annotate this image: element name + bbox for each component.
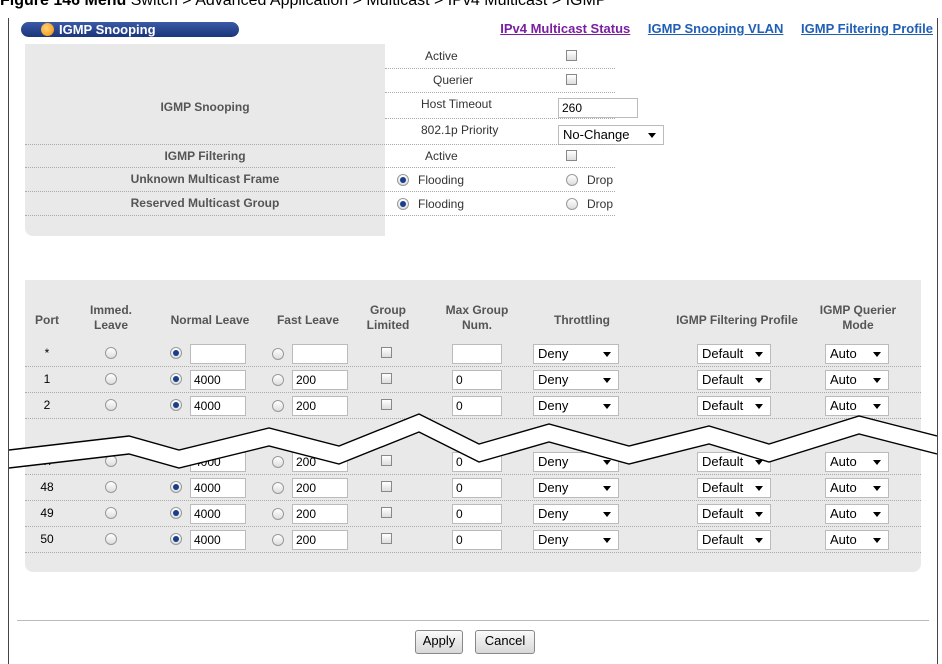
figure-caption: Figure 146 Menu Switch > Advanced Applic… <box>0 0 942 18</box>
normal-leave-radio[interactable] <box>170 507 182 519</box>
throttling-select[interactable]: Deny <box>533 504 619 524</box>
filtering-profile-select[interactable]: Default <box>697 344 771 364</box>
throttling-select[interactable]: Deny <box>533 530 619 550</box>
max-group-input[interactable] <box>452 344 502 364</box>
querier-mode-select[interactable]: Auto <box>825 504 889 524</box>
immed-leave-radio[interactable] <box>105 373 117 385</box>
querier-mode-select[interactable]: Auto <box>825 530 889 550</box>
fast-leave-input[interactable]: 200 <box>292 530 348 550</box>
apply-button[interactable]: Apply <box>415 630 463 654</box>
caption-path: Switch > Advanced Application > Multicas… <box>130 0 607 9</box>
fast-leave-radio[interactable] <box>272 534 284 546</box>
throttling-select[interactable]: Deny <box>533 344 619 364</box>
fast-leave-input[interactable]: 200 <box>292 370 348 390</box>
table-row <box>25 366 921 367</box>
port-number: 50 <box>40 532 54 546</box>
table-row <box>25 526 921 527</box>
filtering-profile-select[interactable]: Default <box>697 504 771 524</box>
filtering-profile-select[interactable]: Default <box>697 370 771 390</box>
normal-leave-input[interactable] <box>190 344 246 364</box>
port-table-body: * Deny Default Auto 1 4000 200 0 Deny Default Auto… <box>9 18 937 664</box>
fast-leave-radio[interactable] <box>272 348 284 360</box>
port-number: * <box>44 346 50 360</box>
group-limited-checkbox[interactable] <box>381 373 392 384</box>
normal-leave-input[interactable]: 4000 <box>190 530 246 550</box>
throttling-select[interactable]: Deny <box>533 370 619 390</box>
caption-title: Menu <box>84 0 127 9</box>
port-number: 1 <box>43 372 51 386</box>
filtering-profile-select[interactable]: Default <box>697 530 771 550</box>
normal-leave-input[interactable]: 4000 <box>190 370 246 390</box>
table-row <box>25 392 921 393</box>
bottom-divider <box>17 620 929 621</box>
cancel-button[interactable]: Cancel <box>475 630 535 654</box>
group-limited-checkbox[interactable] <box>381 533 392 544</box>
immed-leave-radio[interactable] <box>105 507 117 519</box>
port-number: 49 <box>40 506 54 520</box>
igmp-screen: IGMP Snooping IPv4 Multicast Status IGMP… <box>8 18 938 664</box>
max-group-input[interactable]: 0 <box>452 504 502 524</box>
immed-leave-radio[interactable] <box>105 533 117 545</box>
normal-leave-radio[interactable] <box>170 373 182 385</box>
table-row <box>25 552 921 553</box>
immed-leave-radio[interactable] <box>105 347 117 359</box>
group-limited-checkbox[interactable] <box>381 507 392 518</box>
normal-leave-input[interactable]: 4000 <box>190 504 246 524</box>
normal-leave-radio[interactable] <box>170 347 182 359</box>
caption-prefix: Figure 146 <box>0 0 81 9</box>
table-row <box>25 500 921 501</box>
fast-leave-input[interactable]: 200 <box>292 504 348 524</box>
group-limited-checkbox[interactable] <box>381 347 392 358</box>
querier-mode-select[interactable]: Auto <box>825 344 889 364</box>
fast-leave-radio[interactable] <box>272 508 284 520</box>
table-break-indicator <box>9 413 937 469</box>
fast-leave-radio[interactable] <box>272 374 284 386</box>
fast-leave-input[interactable] <box>292 344 348 364</box>
querier-mode-select[interactable]: Auto <box>825 370 889 390</box>
max-group-input[interactable]: 0 <box>452 530 502 550</box>
max-group-input[interactable]: 0 <box>452 370 502 390</box>
normal-leave-radio[interactable] <box>170 533 182 545</box>
